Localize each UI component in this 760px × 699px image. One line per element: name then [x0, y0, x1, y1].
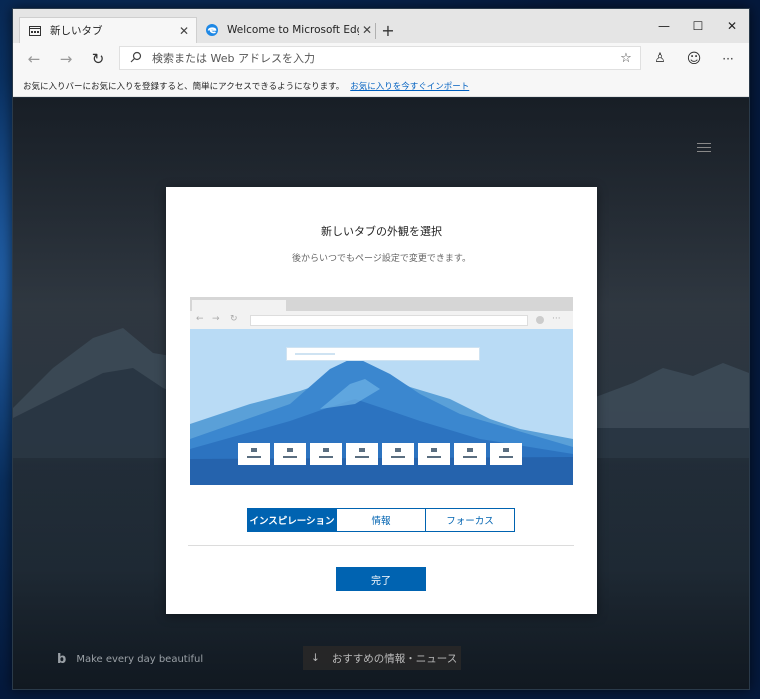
bing-logo-icon: b [57, 652, 67, 667]
tab-divider [375, 23, 376, 39]
page-settings-menu-icon[interactable] [697, 140, 711, 155]
done-button[interactable]: 完了 [336, 567, 426, 591]
preview-search-box [286, 347, 480, 361]
layout-choice-dialog: 新しいタブの外観を選択 後からいつでもページ設定で変更できます。 ← → ↻ ·… [166, 187, 597, 614]
dialog-subtitle: 後からいつでもページ設定で変更できます。 [292, 254, 471, 264]
edge-icon [205, 23, 219, 37]
back-button[interactable]: ← [21, 48, 47, 70]
feedback-smiley-icon[interactable]: ☺ [681, 48, 707, 70]
option-focused[interactable]: フォーカス [426, 509, 514, 531]
forward-button[interactable]: → [53, 48, 79, 70]
preview-bottom-edge [166, 485, 597, 493]
tab-close-icon[interactable]: ✕ [359, 23, 375, 37]
close-window-button[interactable]: ✕ [709, 15, 749, 37]
new-tab-page-icon [28, 24, 42, 38]
tagline: Make every day beautiful [76, 654, 204, 665]
arrow-down-icon: ↓ [311, 652, 320, 664]
tab-strip: 新しいタブ ✕ Welcome to Microsoft Edge Dev ✕ … [13, 9, 749, 43]
browser-window: 新しいタブ ✕ Welcome to Microsoft Edge Dev ✕ … [12, 8, 750, 690]
more-menu-button[interactable]: ··· [715, 48, 741, 70]
favorite-star-icon[interactable]: ☆ [616, 51, 636, 66]
tab-close-icon[interactable]: ✕ [176, 24, 192, 38]
layout-option-selector: インスピレーション 情報 フォーカス [247, 508, 515, 532]
address-bar[interactable]: 検索または Web アドレスを入力 ☆ [119, 46, 641, 70]
news-feed-button[interactable]: ↓ おすすめの情報・ニュース [303, 646, 461, 670]
dialog-divider [188, 545, 574, 546]
favorites-bar-message: お気に入りバーにお気に入りを登録すると、簡単にアクセスできるようになります。 [23, 81, 345, 92]
import-favorites-link[interactable]: お気に入りを今すぐインポート [350, 80, 469, 92]
preview-quick-links [238, 443, 526, 465]
new-tab-button[interactable]: + [379, 21, 397, 40]
option-informational[interactable]: 情報 [337, 509, 426, 531]
address-placeholder: 検索または Web アドレスを入力 [152, 52, 315, 65]
option-inspiration[interactable]: インスピレーション [248, 509, 337, 531]
new-tab-page: b Make every day beautiful ↓ おすすめの情報・ニュー… [13, 98, 749, 689]
preview-tab-strip [190, 297, 573, 311]
tab-title: Welcome to Microsoft Edge Dev [227, 24, 359, 36]
layout-preview-image: ← → ↻ ··· [190, 297, 573, 490]
tab-new-tab[interactable]: 新しいタブ ✕ [19, 17, 197, 43]
tab-title: 新しいタブ [50, 25, 103, 37]
tab-welcome-edge-dev[interactable]: Welcome to Microsoft Edge Dev ✕ [197, 17, 379, 43]
profile-icon[interactable]: ♙ [647, 48, 673, 70]
navigation-bar: ← → ↻ 検索または Web アドレスを入力 ☆ ♙ ☺ ··· [13, 43, 749, 75]
news-feed-label: おすすめの情報・ニュース [331, 652, 458, 665]
dialog-title: 新しいタブの外観を選択 [321, 225, 442, 238]
search-icon [130, 51, 144, 66]
preview-nav-bar: ← → ↻ ··· [190, 311, 573, 330]
preview-landscape [190, 329, 573, 490]
favorites-bar: お気に入りバーにお気に入りを登録すると、簡単にアクセスできるようになります。 お… [13, 75, 749, 97]
refresh-button[interactable]: ↻ [85, 48, 111, 70]
bing-branding: b Make every day beautiful [57, 652, 203, 667]
